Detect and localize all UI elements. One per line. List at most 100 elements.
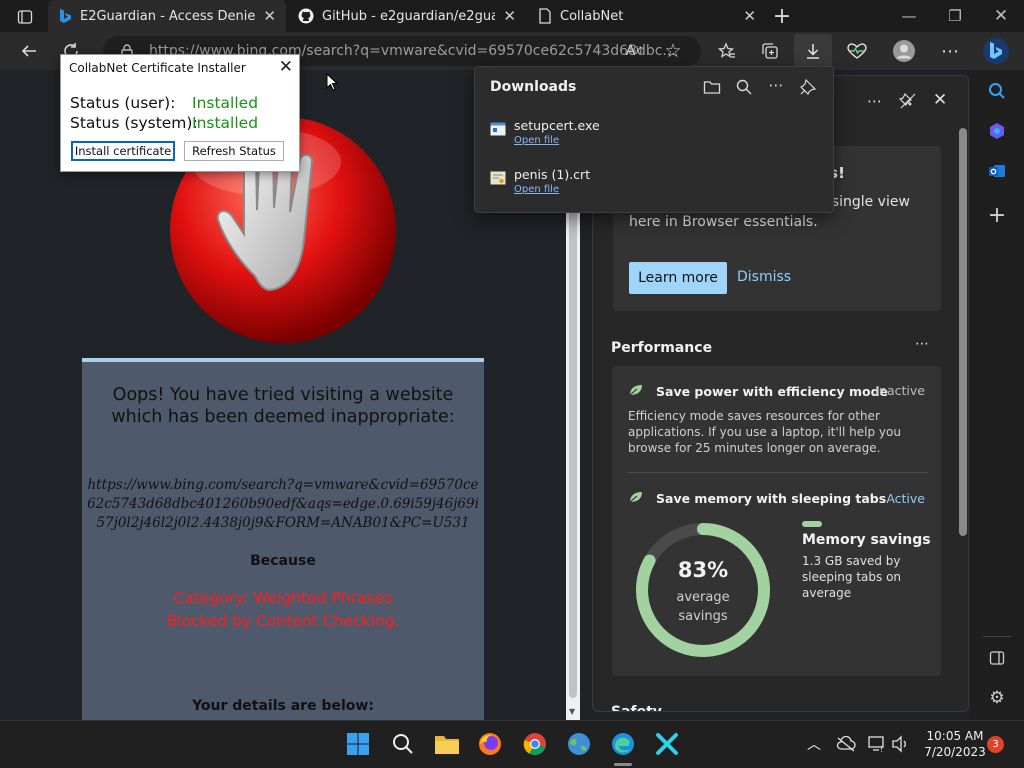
performance-more-icon[interactable]: ⋯ [915,336,929,352]
windows-start-icon[interactable] [344,730,372,758]
downloads-title: Downloads [490,79,577,95]
chrome-icon[interactable] [521,730,549,758]
memory-savings-title: Memory savings [802,532,931,548]
panel-close-icon[interactable]: ✕ [933,90,947,110]
dismiss-link[interactable]: Dismiss [737,269,791,285]
performance-card: Save power with efficiency mode Inactive… [612,366,941,676]
minimize-icon[interactable]: — [886,0,932,32]
certificate-installer-window: CollabNet Certificate Installer ✕ Status… [60,54,300,172]
clock-date: 7/20/2023 [924,745,986,759]
installer-title: CollabNet Certificate Installer [69,61,246,75]
tab-label: E2Guardian - Access Denied [80,8,256,24]
system-clock[interactable]: 10:05 AM 7/20/2023 [920,728,990,760]
download-item[interactable]: setupcert.exe Open file [490,118,820,156]
tab-close-icon[interactable]: ✕ [263,7,276,25]
download-filename: setupcert.exe [514,118,600,133]
favorite-star-icon[interactable]: ☆ [658,36,688,66]
bing-chat-icon[interactable] [980,35,1012,67]
sleeping-tabs-status[interactable]: Active [886,491,925,506]
bing-icon [58,8,72,24]
window-close-icon[interactable]: ✕ [978,0,1024,32]
read-aloud-icon[interactable]: A)) [619,36,649,66]
open-file-link[interactable]: Open file [514,184,559,195]
settings-more-icon[interactable]: ⋯ [935,36,965,66]
efficiency-leaf-icon [628,383,646,397]
back-icon[interactable] [14,36,44,66]
browser-essentials-icon[interactable] [842,36,872,66]
caption-line: savings [678,609,728,624]
access-denied-card: Oops! You have tried visiting a website … [82,358,484,720]
taskbar-search-icon[interactable] [389,730,417,758]
sidebar-toggle-icon[interactable] [982,643,1012,673]
page-icon [538,8,552,24]
tab-close-icon[interactable]: ✕ [743,7,756,25]
refresh-status-button[interactable]: Refresh Status [184,141,284,161]
pin-icon[interactable] [797,76,819,98]
file-explorer-icon[interactable] [433,730,461,758]
performance-title: Performance [611,340,713,356]
sidebar-settings-gear-icon[interactable]: ⚙ [982,683,1012,713]
denied-headline: Oops! You have tried visiting a website … [111,385,455,427]
volume-icon[interactable] [887,730,915,758]
download-filename: penis (1).crt [514,167,591,182]
open-folder-icon[interactable] [701,76,723,98]
caption-line: average [676,590,730,605]
memory-legend-swatch [802,521,822,527]
show-hidden-icons-chevron-icon[interactable]: ︿ [800,730,828,758]
new-tab-icon[interactable]: + [760,0,804,32]
blocked-url: https://www.bing.com/search?q=vmware&cvi… [87,477,479,531]
profile-avatar[interactable] [889,36,919,66]
memory-savings-caption: average savings [634,588,772,626]
status-system-value: Installed [192,114,259,132]
tab-e2guardian[interactable]: E2Guardian - Access Denied ✕ [48,0,286,32]
sidebar-add-icon[interactable]: + [982,200,1012,230]
efficiency-status[interactable]: Inactive [875,383,925,398]
search-icon[interactable] [733,76,755,98]
divider [628,472,928,473]
panel-pin-icon[interactable] [899,92,917,110]
network-globe-icon[interactable] [565,730,593,758]
sidebar-divider [983,636,1011,637]
efficiency-description: Efficiency mode saves resources for othe… [628,409,901,455]
next-section-title: Safety [611,704,662,712]
sleeping-tabs-leaf-icon [628,490,646,504]
exe-file-icon [490,122,506,136]
tab-actions-icon[interactable] [10,2,40,32]
install-certificate-button[interactable]: Install certificate [71,141,175,161]
learn-more-button[interactable]: Learn more [629,262,727,294]
tab-collabnet[interactable]: CollabNet ✕ [528,0,766,32]
restore-icon[interactable]: ❐ [932,0,978,32]
sleeping-tabs-title: Save memory with sleeping tabs [656,491,887,506]
collections-icon[interactable] [755,36,785,66]
collabnet-app-icon[interactable] [653,730,681,758]
open-file-link[interactable]: Open file [514,135,559,146]
downloads-flyout: Downloads ⋯ setupcert.exe Open file peni… [474,66,834,213]
clock-time: 10:05 AM [926,729,984,743]
sidebar-search-icon[interactable] [982,76,1012,106]
mouse-cursor-icon [326,73,338,91]
downloads-more-icon[interactable]: ⋯ [765,74,787,96]
efficiency-title: Save power with efficiency mode [656,384,888,399]
github-icon [298,8,314,24]
scroll-down-arrow-icon[interactable]: ▼ [569,707,575,716]
panel-scrollbar-thumb[interactable] [959,128,967,536]
tab-label: CollabNet [560,8,624,24]
cloud-offline-icon[interactable] [832,730,860,758]
details-label: Your details are below: [192,698,374,714]
status-system-label: Status (system): [70,114,198,132]
notification-badge[interactable]: 3 [987,736,1004,753]
favorites-icon[interactable] [712,36,742,66]
sidebar-outlook-icon[interactable] [982,156,1012,186]
downloads-icon[interactable] [798,36,828,66]
firefox-icon[interactable] [476,730,504,758]
block-reason: Blocked by Content Checking. [166,612,400,630]
sidebar-copilot-icon[interactable] [982,116,1012,146]
because-label: Because [250,553,316,569]
download-item[interactable]: penis (1).crt Open file [490,167,820,205]
tab-close-icon[interactable]: ✕ [503,7,516,25]
tab-label: GitHub - e2guardian/e2guardian [322,8,496,24]
installer-close-icon[interactable]: ✕ [279,57,293,77]
edge-browser-icon[interactable] [609,730,637,758]
tab-github[interactable]: GitHub - e2guardian/e2guardian ✕ [288,0,526,32]
panel-more-icon[interactable]: ⋯ [867,92,882,110]
